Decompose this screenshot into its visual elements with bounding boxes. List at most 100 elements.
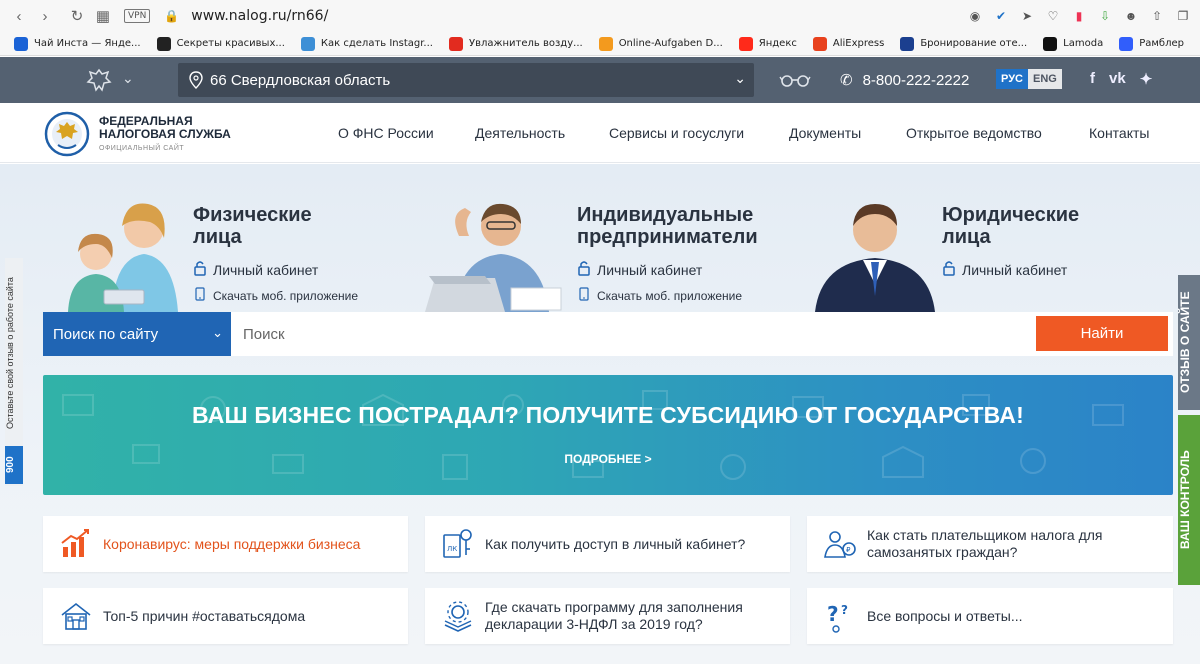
power-icon — [448, 36, 463, 51]
hotline[interactable]: ✆ 8-800-222-2222 — [840, 71, 969, 90]
banner-more-link[interactable]: ПОДРОБНЕЕ > — [43, 452, 1173, 466]
bookmark-label: AliExpress — [832, 38, 885, 49]
feedback-side-number[interactable]: 900 — [5, 446, 23, 484]
grid-icon[interactable]: ▦ — [90, 3, 116, 29]
rambler-icon — [1119, 36, 1134, 51]
bookmark-label: Lamoda — [1063, 38, 1104, 49]
search-scope-select[interactable]: Поиск по сайту ⌄ — [43, 312, 231, 356]
emblem-icon[interactable] — [86, 68, 112, 92]
title-line: Юридические — [942, 204, 1080, 226]
bookmark-label: Яндекс — [758, 38, 797, 49]
cabinet-key-icon: ЛК — [443, 529, 472, 558]
svg-text:?: ? — [827, 602, 839, 626]
download-icon[interactable]: ⇩ — [1096, 7, 1114, 25]
chart-growth-icon — [61, 529, 89, 557]
bookmark-item[interactable]: Online-Aufgaben D... — [598, 36, 723, 51]
gear-software-icon — [444, 601, 472, 632]
info-card[interactable]: Коронавирус: меры поддержки бизнеса — [43, 516, 408, 572]
region-label: 66 Свердловская область — [210, 71, 391, 89]
cabinet-label: Личный кабинет — [597, 261, 703, 278]
twitter-icon[interactable]: ✦ — [1140, 70, 1153, 88]
title-line: предприниматели — [577, 226, 758, 248]
lang-eng[interactable]: ENG — [1027, 69, 1062, 89]
individuals-app-link[interactable]: Скачать моб. приложение — [195, 287, 358, 304]
bookmark-item[interactable]: Бронирование оте... — [900, 36, 1027, 51]
site-search: Поиск по сайту ⌄ Найти — [43, 312, 1173, 356]
card-text: Где скачать программу для заполнения дек… — [485, 599, 743, 632]
menu-item-activity[interactable]: Деятельность — [475, 125, 565, 141]
entrepreneurs-cabinet-link[interactable]: Личный кабинет — [577, 260, 702, 279]
vpn-badge[interactable]: VPN — [124, 9, 151, 23]
send-icon[interactable]: ➤ — [1018, 7, 1036, 25]
menu-item-open-agency[interactable]: Открытое ведомство — [906, 125, 1042, 141]
shield-check-icon[interactable]: ✔ — [992, 7, 1010, 25]
info-card[interactable]: Где скачать программу для заполнения дек… — [425, 588, 790, 644]
info-card[interactable]: ₽ Как стать плательщиком налога для само… — [807, 516, 1173, 572]
card-text: Как получить доступ в личный кабинет? — [485, 535, 746, 552]
info-card[interactable]: Топ-5 причин #оставатьсядома — [43, 588, 408, 644]
site-feedback-tab[interactable]: ОТЗЫВ О САЙТЕ — [1178, 275, 1200, 410]
phone-icon: ✆ — [840, 72, 853, 89]
legal-entities-cabinet-link[interactable]: Личный кабинет — [942, 260, 1067, 279]
forward-icon[interactable]: › — [32, 3, 58, 29]
vk-icon[interactable]: vk — [1109, 70, 1126, 88]
self-employed-icon: ₽ — [824, 531, 856, 558]
entrepreneurs-app-link[interactable]: Скачать моб. приложение — [579, 287, 742, 304]
menu-item-documents[interactable]: Документы — [789, 125, 861, 141]
banner-title: ВАШ БИЗНЕС ПОСТРАДАЛ? ПОЛУЧИТЕ СУБСИДИЮ … — [192, 402, 1024, 428]
bookmark-icon — [300, 36, 315, 51]
heart-icon[interactable]: ♡ — [1044, 7, 1062, 25]
subsidy-banner[interactable]: ВАШ БИЗНЕС ПОСТРАДАЛ? ПОЛУЧИТЕ СУБСИДИЮ … — [43, 375, 1173, 495]
extension-icon[interactable]: ▮ — [1070, 7, 1088, 25]
chevron-down-icon[interactable]: ⌄ — [122, 70, 134, 87]
location-pin-icon — [189, 71, 203, 89]
camera-icon[interactable]: ◉ — [966, 7, 984, 25]
facebook-icon[interactable]: f — [1090, 70, 1095, 88]
bookmark-icon — [14, 36, 28, 51]
share-icon[interactable]: ⇧ — [1148, 7, 1166, 25]
bookmark-item[interactable]: Секреты красивых... — [156, 36, 285, 51]
bookmark-item[interactable]: Рамблер — [1119, 36, 1184, 51]
bookmark-label: Рамблер — [1139, 38, 1184, 49]
hero-legal-entities-title[interactable]: Юридические лица — [942, 204, 1079, 248]
business-man-photo — [815, 204, 935, 312]
fns-logo-icon[interactable] — [44, 111, 90, 157]
region-selector[interactable]: 66 Свердловская область ⌄ — [178, 63, 754, 97]
family-photo — [68, 203, 178, 312]
logo-title[interactable]: ФЕДЕРАЛЬНАЯ НАЛОГОВАЯ СЛУЖБА — [99, 115, 231, 141]
svg-text:ЛК: ЛК — [447, 545, 457, 553]
bookmark-item[interactable]: AliExpress — [812, 36, 885, 51]
bookmarks-bar: Чай Инста — Яндe... Секреты красивых... Ка… — [0, 32, 1200, 56]
social-links: f vk ✦ — [1090, 70, 1152, 88]
address-bar[interactable]: www.nalog.ru/rn66/ — [191, 8, 328, 24]
lang-rus[interactable]: РУС — [996, 69, 1028, 89]
search-input[interactable] — [235, 312, 1025, 356]
search-button[interactable]: Найти — [1036, 316, 1168, 351]
your-control-tab[interactable]: ВАШ КОНТРОЛЬ — [1178, 415, 1200, 585]
bookmark-label: Online-Aufgaben D... — [618, 38, 723, 49]
tabs-icon[interactable]: ❐ — [1174, 7, 1192, 25]
reload-icon[interactable]: ↻ — [64, 3, 90, 29]
cabinet-label: Личный кабинет — [962, 261, 1068, 278]
bookmark-item[interactable]: Lamoda — [1043, 36, 1104, 51]
bookmark-item[interactable]: Как сделать Instagr... — [300, 36, 433, 51]
menu-item-about[interactable]: О ФНС России — [338, 125, 434, 141]
menu-item-contacts[interactable]: Контакты — [1089, 125, 1149, 141]
hero-entrepreneurs-title[interactable]: Индивидуальные предприниматели — [577, 204, 758, 248]
app-label: Скачать моб. приложение — [213, 288, 359, 303]
bookmark-item[interactable]: Увлажнитель возду... — [448, 36, 583, 51]
bookmark-item[interactable]: Яндекс — [738, 36, 797, 51]
menu-item-services[interactable]: Сервисы и госуслуги — [609, 125, 744, 141]
info-card[interactable]: ЛК Как получить доступ в личный кабинет? — [425, 516, 790, 572]
card-text: Как стать плательщиком налога для самоза… — [867, 527, 1103, 560]
bookmark-item[interactable]: Чай Инста — Яндe... — [14, 36, 141, 51]
profile-icon[interactable]: ☻ — [1122, 7, 1140, 25]
entrepreneur-photo — [425, 203, 562, 312]
individuals-cabinet-link[interactable]: Личный кабинет — [193, 260, 318, 279]
info-card[interactable]: ?? Все вопросы и ответы... — [807, 588, 1173, 644]
back-icon[interactable]: ‹ — [6, 3, 32, 29]
accessibility-glasses-icon[interactable] — [779, 73, 811, 87]
card-text: Топ-5 причин #оставатьсядома — [103, 607, 306, 624]
chevron-down-icon: ⌄ — [212, 325, 223, 340]
hero-individuals-title[interactable]: Физические лица — [193, 204, 312, 248]
